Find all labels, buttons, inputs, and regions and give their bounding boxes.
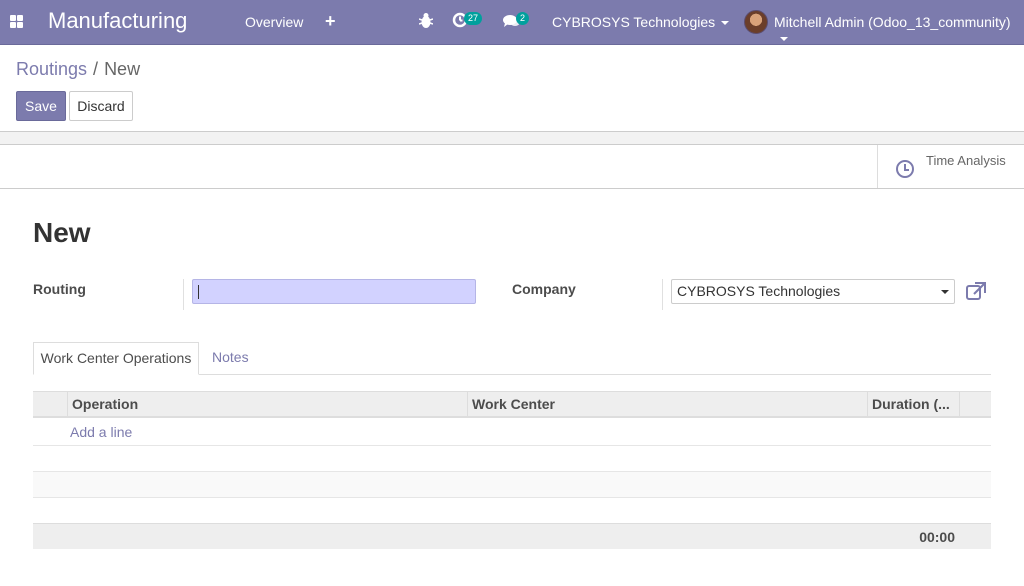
routing-input[interactable] xyxy=(192,279,476,304)
column-delete xyxy=(959,392,991,417)
breadcrumb: Routings / New xyxy=(16,59,140,80)
external-link-icon[interactable] xyxy=(966,282,986,300)
column-duration[interactable]: Duration (... xyxy=(867,392,959,417)
user-avatar[interactable] xyxy=(744,10,768,34)
company-select-value: CYBROSYS Technologies xyxy=(677,283,841,299)
chevron-down-icon xyxy=(780,37,788,42)
user-menu-label: Mitchell Admin (Odoo_13_community) xyxy=(774,14,1011,30)
operations-table-footer: 00:00 xyxy=(33,523,991,549)
record-title: New xyxy=(33,217,91,248)
company-switcher[interactable]: CYBROSYS Technologies xyxy=(552,14,730,30)
bug-icon[interactable] xyxy=(419,12,433,30)
app-title[interactable]: Manufacturing xyxy=(48,8,187,34)
save-button[interactable]: Save xyxy=(16,91,66,121)
tab-notes[interactable]: Notes xyxy=(212,349,249,365)
discard-button[interactable]: Discard xyxy=(69,91,133,121)
company-switcher-label: CYBROSYS Technologies xyxy=(552,14,716,30)
column-operation[interactable]: Operation xyxy=(67,392,467,417)
column-work-center[interactable]: Work Center xyxy=(467,392,867,417)
tab-work-center-operations[interactable]: Work Center Operations xyxy=(33,342,199,375)
table-row xyxy=(33,446,991,472)
company-label: Company xyxy=(512,281,576,297)
menu-create-plus[interactable]: + xyxy=(325,11,336,32)
message-count-badge: 2 xyxy=(516,12,530,25)
add-line-row: Add a line xyxy=(33,419,991,446)
time-analysis-button[interactable]: Time Analysis xyxy=(877,145,1024,188)
activity-count-badge: 27 xyxy=(464,12,483,25)
chevron-down-icon xyxy=(721,21,730,26)
top-navbar: Manufacturing Overview + 27 2 CYBROSYS T… xyxy=(0,0,1024,45)
company-select[interactable]: CYBROSYS Technologies xyxy=(671,279,955,304)
breadcrumb-separator: / xyxy=(93,59,99,79)
time-analysis-label: Time Analysis xyxy=(926,153,1006,168)
field-separator xyxy=(183,279,184,310)
user-menu[interactable]: Mitchell Admin (Odoo_13_community) xyxy=(774,14,1024,46)
routing-label: Routing xyxy=(33,281,86,297)
smart-button-box: Time Analysis xyxy=(0,145,1024,189)
breadcrumb-routings[interactable]: Routings xyxy=(16,59,87,79)
text-cursor xyxy=(198,285,199,299)
total-duration: 00:00 xyxy=(919,529,955,545)
operations-table-header: Operation Work Center Duration (... xyxy=(33,391,991,418)
add-a-line-link[interactable]: Add a line xyxy=(70,424,132,440)
sheet-background xyxy=(0,131,1024,145)
table-row xyxy=(33,498,991,524)
dropdown-caret-icon xyxy=(941,290,949,294)
field-separator xyxy=(662,279,663,310)
clock-icon xyxy=(896,160,914,178)
apps-menu-icon[interactable] xyxy=(10,15,23,28)
breadcrumb-current: New xyxy=(104,59,141,79)
menu-overview[interactable]: Overview xyxy=(245,14,303,30)
table-row xyxy=(33,472,991,498)
